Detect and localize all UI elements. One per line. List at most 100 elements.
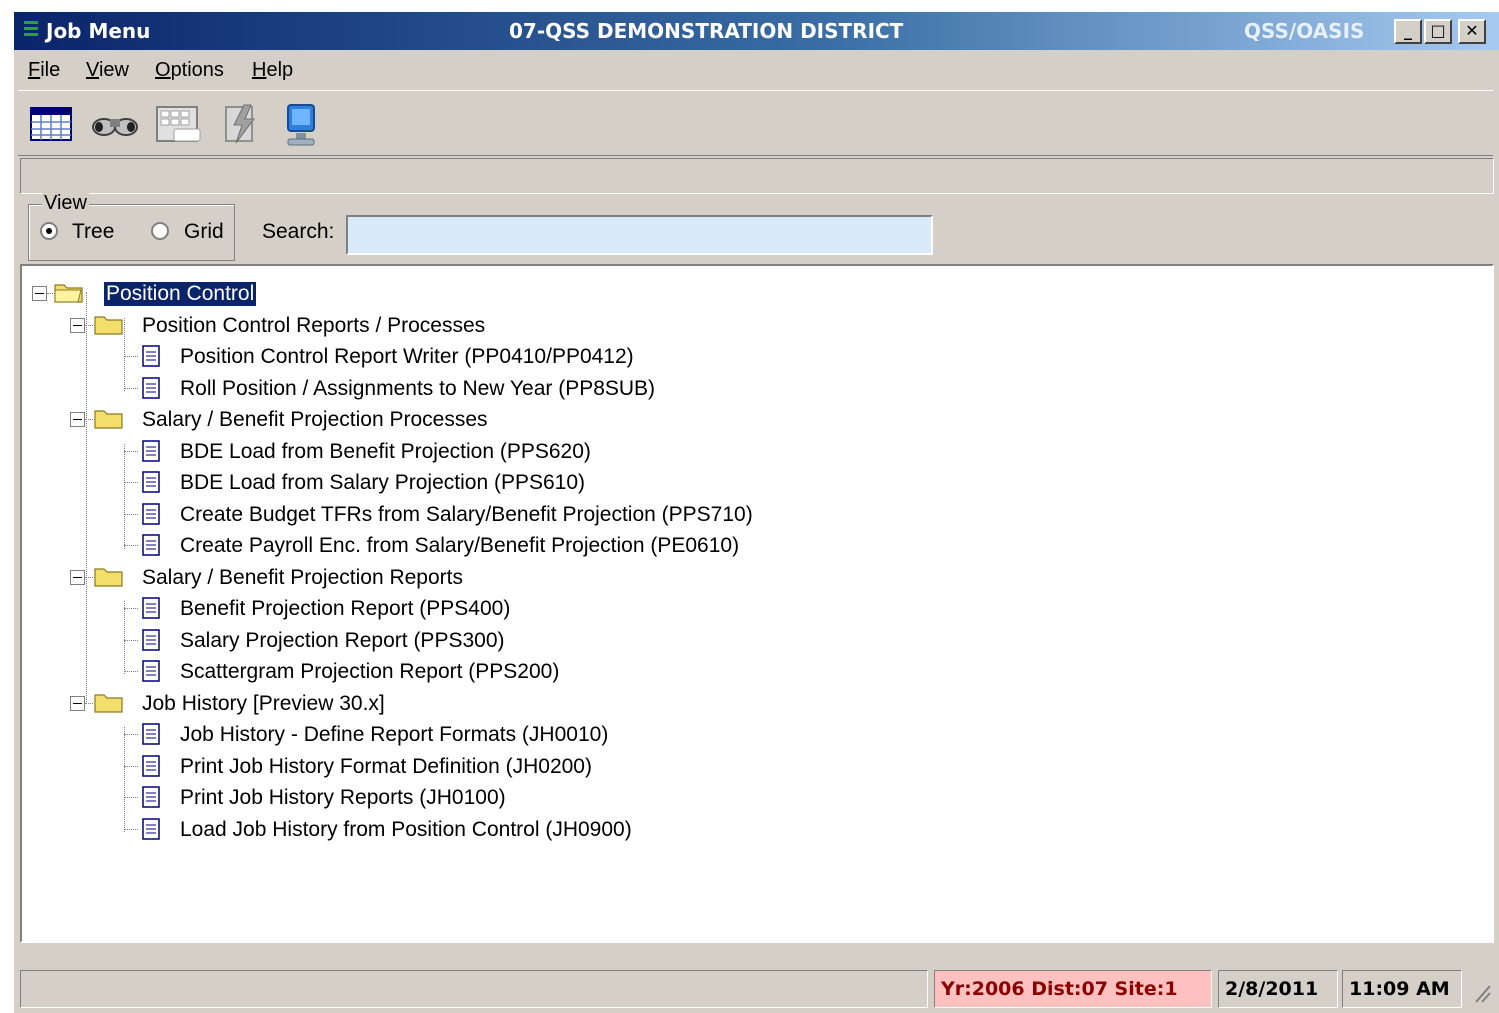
minimize-button[interactable]: _ (1394, 19, 1422, 44)
maximize-button[interactable]: □ (1424, 19, 1452, 44)
grid-radio-label[interactable]: Grid (184, 220, 224, 244)
tree-connector (124, 608, 138, 609)
tree-radio-label[interactable]: Tree (72, 220, 114, 244)
tree-item[interactable]: Create Payroll Enc. from Salary/Benefit … (22, 532, 1482, 560)
tree-item[interactable]: Create Budget TFRs from Salary/Benefit P… (22, 501, 1482, 529)
tree-connector (85, 576, 93, 578)
tree-folder-label: Job History [Preview 30.x] (142, 691, 385, 715)
monitor-icon[interactable] (278, 103, 324, 146)
tree-connector (124, 545, 138, 546)
binoculars-icon[interactable] (90, 103, 138, 145)
tree-connector (124, 671, 138, 672)
collapse-toggle-icon[interactable] (70, 695, 85, 711)
resize-grip-icon[interactable] (1470, 978, 1492, 1004)
collapse-toggle-icon[interactable] (70, 569, 85, 585)
tree-connector (124, 765, 138, 767)
tree-connector (124, 356, 138, 357)
tree-folder[interactable]: Salary / Benefit Projection Reports (22, 564, 1482, 592)
document-icon (140, 785, 162, 815)
tree-connector (85, 419, 93, 420)
tree-connector (124, 639, 138, 641)
grid-radio[interactable] (151, 222, 169, 240)
tree-item-label: Position Control Report Writer (PP0410/P… (180, 345, 634, 368)
status-bar: Yr:2006 Dist:07 Site:1 2/8/2011 11:09 AM (20, 970, 1494, 1010)
folder-icon (94, 691, 124, 719)
tree-item-label: Print Job History Reports (JH0100) (180, 786, 506, 809)
document-icon (140, 722, 162, 752)
collapse-toggle-icon[interactable] (32, 286, 47, 301)
tree-item[interactable]: Print Job History Format Definition (JH0… (22, 753, 1482, 781)
keyboard-icon[interactable] (154, 103, 201, 145)
status-message-pane (20, 970, 928, 1008)
tree-connector (124, 513, 138, 515)
tree-item-label: BDE Load from Salary Projection (PPS610) (180, 471, 586, 494)
document-icon (140, 628, 162, 658)
tree-connector (124, 450, 138, 452)
document-icon (140, 754, 162, 784)
status-time: 11:09 AM (1342, 970, 1462, 1008)
tree-folder[interactable]: Job History [Preview 30.x] (22, 690, 1482, 718)
tree-item[interactable]: Job History - Define Report Formats (JH0… (22, 721, 1482, 749)
tree-item-label: Salary Projection Report (PPS300) (180, 628, 505, 652)
tree-item-label: Create Budget TFRs from Salary/Benefit P… (180, 502, 753, 526)
menu-file[interactable]: File (28, 59, 60, 82)
view-group-label: View (42, 192, 89, 215)
menu-help[interactable]: Help (252, 59, 293, 82)
tree-connector (85, 324, 93, 326)
tree-item[interactable]: Position Control Report Writer (PP0410/P… (22, 343, 1482, 371)
folder-icon (94, 407, 124, 435)
document-icon (140, 596, 162, 626)
tree-item[interactable]: Scattergram Projection Report (PPS200) (22, 658, 1482, 686)
title-bar[interactable]: Job Menu 07-QSS DEMONSTRATION DISTRICT Q… (14, 12, 1499, 50)
tree-folder[interactable]: Position Control Reports / Processes (22, 312, 1482, 340)
tree-connector (124, 734, 138, 735)
tree-item[interactable]: Roll Position / Assignments to New Year … (22, 375, 1482, 403)
tree-item-label: Create Payroll Enc. from Salary/Benefit … (180, 534, 740, 557)
tree-item[interactable]: Print Job History Reports (JH0100) (22, 784, 1482, 812)
tree-folder-label: Salary / Benefit Projection Reports (142, 565, 463, 589)
tree-item[interactable]: BDE Load from Salary Projection (PPS610) (22, 469, 1482, 497)
menu-view[interactable]: View (86, 59, 129, 82)
search-input[interactable] (346, 215, 933, 255)
tree-root[interactable]: Position Control (22, 280, 1482, 308)
tree-connector (124, 797, 138, 798)
tree-item-label: Roll Position / Assignments to New Year … (180, 376, 656, 400)
tree-radio[interactable] (40, 222, 58, 240)
tree-item-label: Job History - Define Report Formats (JH0… (180, 723, 609, 746)
document-icon (140, 502, 162, 532)
search-label: Search: (262, 220, 335, 243)
toolbar (18, 90, 1493, 156)
app-menu-icon[interactable] (24, 21, 38, 41)
folder-icon (54, 281, 84, 309)
job-tree[interactable]: Position Control Position Control Report… (20, 264, 1494, 943)
tree-item[interactable]: Load Job History from Position Control (… (22, 816, 1482, 844)
job-menu-window: Job Menu 07-QSS DEMONSTRATION DISTRICT Q… (12, 12, 1499, 1013)
menu-options[interactable]: Options (155, 59, 224, 82)
menu-bar: File View Options Help (14, 50, 1499, 88)
folder-icon (94, 565, 124, 593)
lightning-doc-icon[interactable] (218, 103, 264, 145)
tree-item[interactable]: BDE Load from Benefit Projection (PPS620… (22, 438, 1482, 466)
folder-icon (94, 313, 124, 341)
grid-icon[interactable] (28, 103, 74, 145)
tree-item-label: BDE Load from Benefit Projection (PPS620… (180, 439, 591, 463)
tree-folder-label: Position Control (102, 281, 258, 307)
window-title: Job Menu (46, 19, 151, 43)
document-icon (140, 533, 162, 563)
document-icon (140, 376, 162, 406)
tree-connector (124, 387, 138, 389)
tree-item-label: Benefit Projection Report (PPS400) (180, 597, 511, 620)
tree-folder-label: Salary / Benefit Projection Processes (142, 408, 488, 431)
document-icon (140, 659, 162, 689)
message-bar (20, 158, 1494, 194)
collapse-toggle-icon[interactable] (70, 412, 85, 427)
tree-item[interactable]: Salary Projection Report (PPS300) (22, 627, 1482, 655)
collapse-toggle-icon[interactable] (70, 317, 85, 333)
system-name: QSS/OASIS (1244, 19, 1365, 43)
tree-folder[interactable]: Salary / Benefit Projection Processes (22, 406, 1482, 434)
tree-item[interactable]: Benefit Projection Report (PPS400) (22, 595, 1482, 623)
close-button[interactable]: ✕ (1458, 19, 1486, 44)
status-context: Yr:2006 Dist:07 Site:1 (934, 970, 1212, 1008)
tree-item-label: Scattergram Projection Report (PPS200) (180, 660, 560, 683)
tree-connector (124, 828, 138, 830)
